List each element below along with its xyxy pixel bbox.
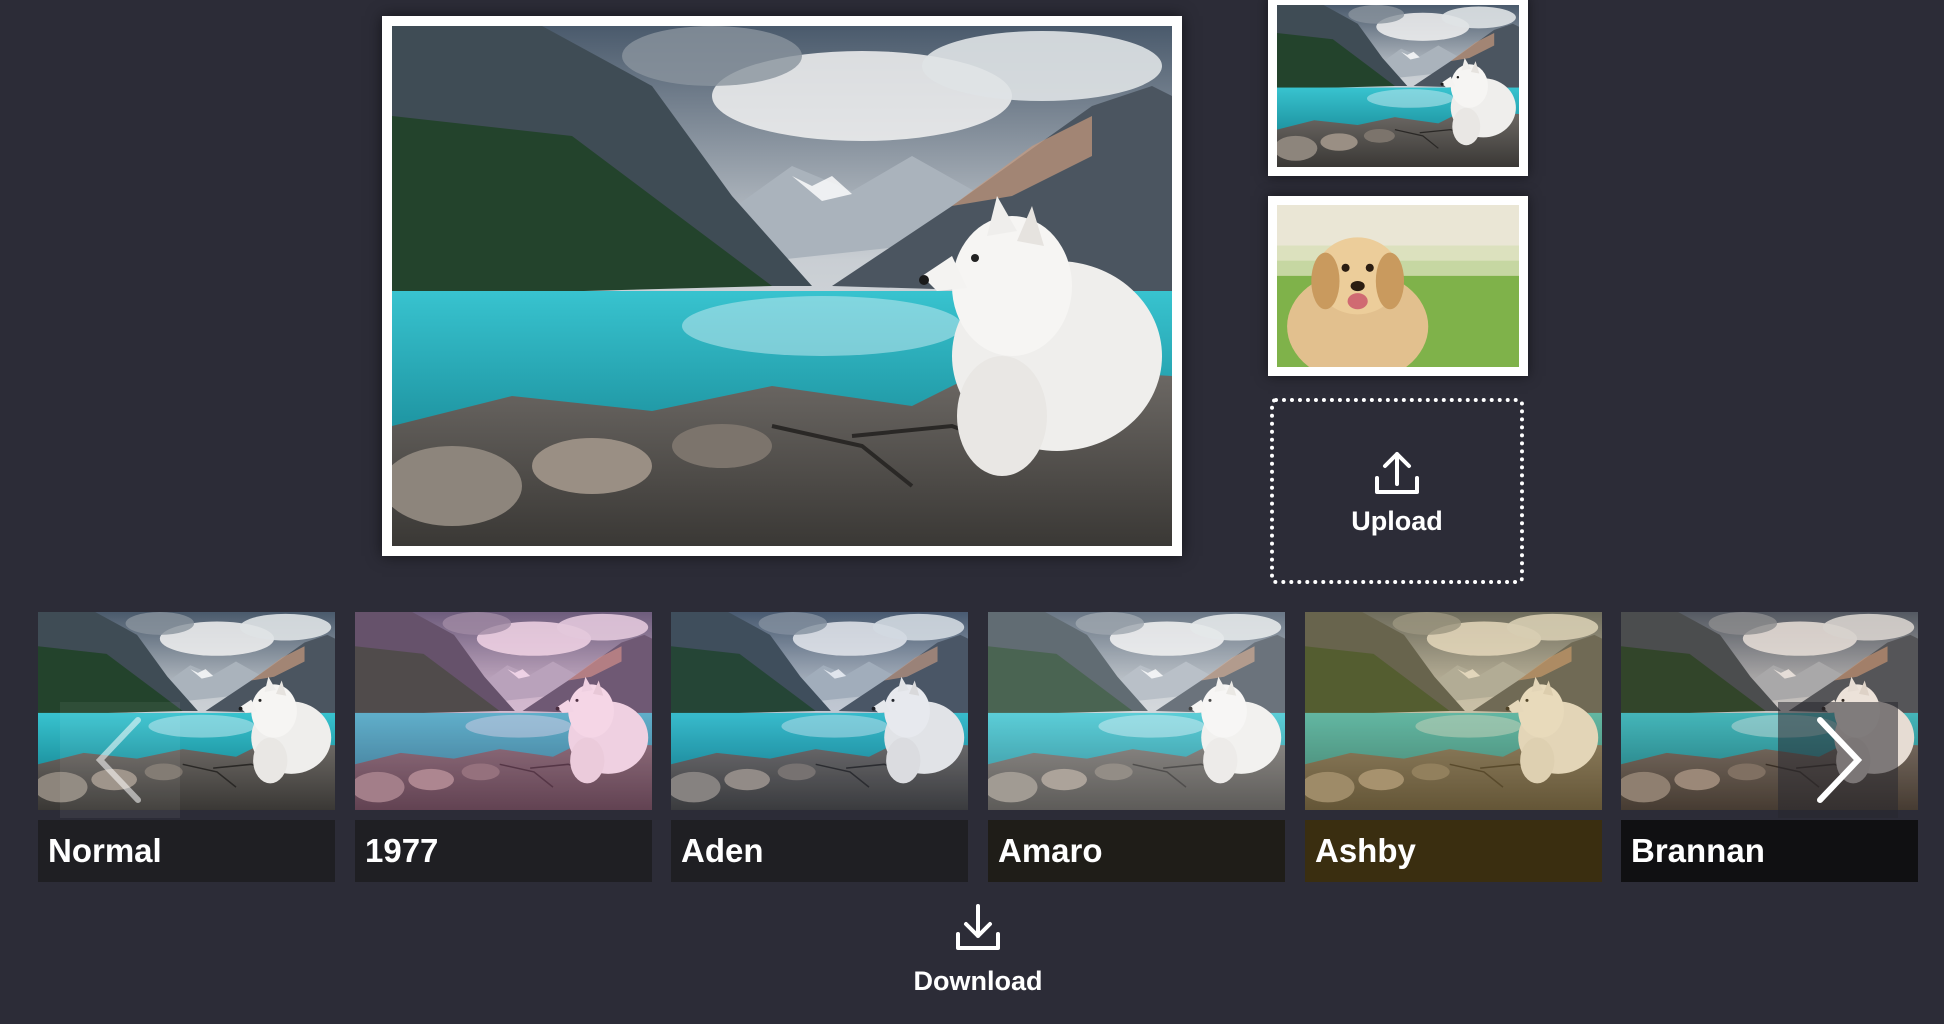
chevron-left-icon: [95, 717, 141, 803]
download-icon: [956, 904, 1000, 950]
filter-label: Ashby: [1305, 820, 1602, 882]
filter-tint-overlay: [355, 612, 652, 810]
image-thumbnail-golden-retriever[interactable]: [1268, 196, 1528, 376]
filter-label: 1977: [355, 820, 652, 882]
upload-icon: [1375, 451, 1419, 494]
filter-option-amaro[interactable]: Amaro: [988, 612, 1285, 882]
main-image-preview: [382, 16, 1182, 556]
carousel-next-button[interactable]: [1778, 702, 1898, 818]
download-label: Download: [913, 966, 1043, 996]
image-thumbnail-samoyed[interactable]: [1268, 0, 1528, 176]
filter-option-ashby[interactable]: Ashby: [1305, 612, 1602, 882]
download-button[interactable]: Download: [900, 900, 1056, 1010]
carousel-prev-button[interactable]: [60, 702, 180, 818]
filter-tint-overlay: [988, 612, 1285, 810]
upload-button[interactable]: Upload: [1270, 398, 1524, 584]
filter-label: Amaro: [988, 820, 1285, 882]
upload-label: Upload: [1351, 505, 1443, 536]
filter-tint-overlay: [671, 612, 968, 810]
filter-option-aden[interactable]: Aden: [671, 612, 968, 882]
chevron-right-icon: [1817, 717, 1863, 803]
filter-option-1977[interactable]: 1977: [355, 612, 652, 882]
filter-label: Brannan: [1621, 820, 1918, 882]
samoyed-photo: [1277, 5, 1519, 167]
filter-tint-overlay: [1305, 612, 1602, 810]
filter-label: Aden: [671, 820, 968, 882]
golden-retriever-photo: [1277, 205, 1519, 367]
preview-photo: [392, 26, 1172, 546]
filter-label: Normal: [38, 820, 335, 882]
